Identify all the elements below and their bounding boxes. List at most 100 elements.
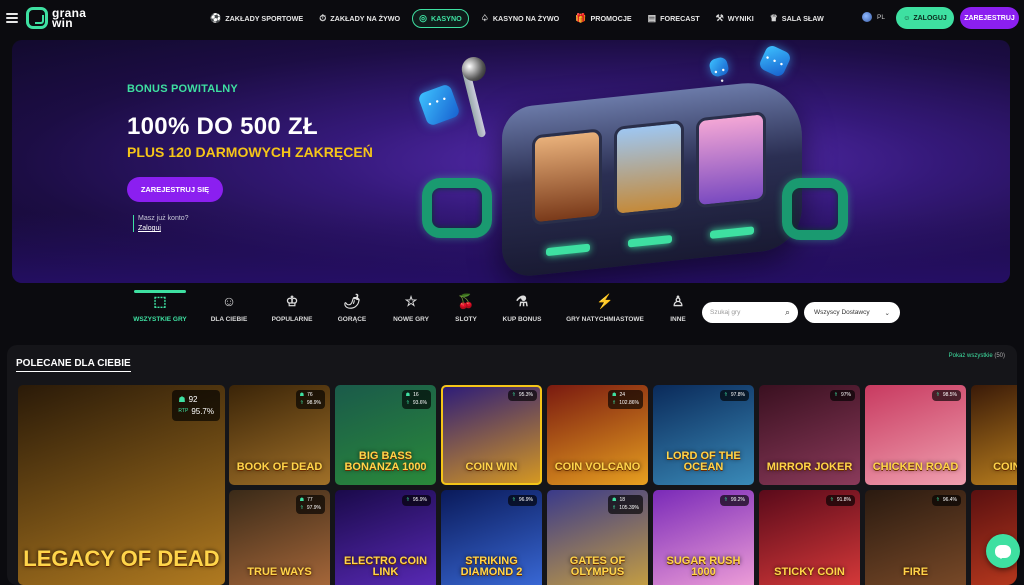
game-tile[interactable]: ☗ 77 ⇑ 97.9% TRUE WAYS (229, 490, 330, 585)
dice-icon (417, 83, 461, 127)
login-link[interactable]: Zaloguj (138, 225, 189, 232)
hero-banner[interactable]: BONUS POWITALNY 100% DO 500 ZŁ PLUS 120 … (12, 40, 1010, 283)
reel-light (628, 234, 672, 248)
category-kup-bonus[interactable]: ⚗ KUP BONUS (492, 293, 552, 323)
rtp-value: 98.5% (942, 392, 957, 398)
rtp-icon: ⇑ (511, 392, 516, 398)
hero-register-button[interactable]: ZAREJESTRUJ SIĘ (127, 177, 223, 202)
rtp-icon: ⇑ (299, 505, 304, 511)
nav-item-label: KASYNO (431, 13, 462, 23)
rtp-icon: ⇑ (612, 505, 617, 511)
game-tile[interactable]: ⇑ 98.5% CHICKEN ROAD (865, 385, 966, 485)
game-stats-badge: ☗ 77 ⇑ 97.9% (295, 495, 325, 514)
stopwatch-icon: ⏱ (319, 12, 327, 23)
players-icon: ☗ (299, 392, 305, 398)
game-tile[interactable]: ⇑ 96.9% STRIKING DIAMOND 2 (441, 490, 542, 585)
nav-item-kasyno[interactable]: ◎ KASYNO (412, 8, 469, 28)
search-icon[interactable]: ⌕ (785, 307, 790, 318)
game-stats-badge: ⇑ 99.2% (719, 495, 749, 506)
rtp-value: 95.7% (191, 407, 214, 416)
slot-reel (614, 119, 684, 217)
game-tile[interactable]: ⇑ 96.4% FIRE (865, 490, 966, 585)
game-tile[interactable]: ⇑ 99.2% SUGAR RUSH 1000 (653, 490, 754, 585)
game-tile[interactable]: ☗ 24 ⇑ 102.86% COIN VOLCANO (547, 385, 648, 485)
game-stats-badge: ⇑ 98.5% (931, 390, 961, 401)
language-selector[interactable]: PL (862, 12, 885, 22)
category-sloty[interactable]: 🍒 SLOTY (436, 293, 496, 323)
category-gry-natychmiastowe[interactable]: ⚡ GRY NATYCHMIASTOWE (562, 293, 648, 323)
category-gorace[interactable]: 🌶 GORĄCE (322, 293, 382, 323)
main-nav: ⚽ ZAKŁADY SPORTOWE ⏱ ZAKŁADY NA ŻYWO ◎ KASY… (206, 0, 828, 36)
nav-item-zaklady-sportowe[interactable]: ⚽ ZAKŁADY SPORTOWE (206, 9, 307, 28)
game-title: TRUE WAYS (247, 566, 312, 578)
featured-game-tile[interactable]: ☗ 92 RTP 95.7% LEGACY OF DEAD (18, 385, 225, 585)
players-count: 24 (619, 392, 626, 398)
category-popularne[interactable]: ♔ POPULARNE (262, 293, 322, 323)
game-title: COIN VOLCANO (554, 461, 641, 473)
rtp-icon: ⇑ (723, 497, 728, 503)
casino-chip-icon: ◎ (419, 12, 427, 23)
rtp-value: 97.9% (306, 505, 321, 511)
game-title: COIN WIN (465, 461, 518, 473)
provider-select[interactable]: Wszyscy Dostawcy ⌄ (804, 302, 900, 323)
logo[interactable]: grana win (26, 7, 86, 29)
game-title: STRIKING DIAMOND 2 (460, 555, 523, 578)
slot-machine-body (502, 77, 802, 279)
game-tile[interactable]: ⇑ 97% MIRROR JOKER (759, 385, 860, 485)
game-tile[interactable]: ☗ 18 ⇑ 105.39% GATES OF OLYMPUS (547, 490, 648, 585)
category-wszystkie-gry[interactable]: ⬚ WSZYSTKIE GRY (130, 290, 190, 323)
hero-title: 100% DO 500 ZŁ (127, 113, 318, 140)
rtp-icon: ⇑ (405, 400, 410, 406)
category-inne[interactable]: ♙ INNE (648, 293, 708, 323)
rtp-icon: ⇑ (405, 497, 410, 503)
game-tile[interactable]: COIN TRIO (971, 385, 1017, 485)
search-box: ⌕ (702, 302, 798, 323)
game-title: BIG BASS BONANZA 1000 (344, 450, 427, 473)
show-all-link[interactable]: Pokaż wszystkie (50) (949, 353, 1005, 359)
lightning-icon: ⚡ (596, 293, 614, 309)
nav-item-promocje[interactable]: 🎁 PROMOCJE (571, 9, 635, 28)
category-label: INNE (670, 316, 686, 323)
cherry-icon: 🍒 (457, 293, 475, 309)
nav-item-kasyno-na-zywo[interactable]: ♤ KASYNO NA ŻYWO (477, 9, 564, 28)
nav-item-sala-slaw[interactable]: ♛ SALA SŁAW (766, 9, 828, 28)
rtp-value: 95.9% (412, 497, 427, 503)
category-nowe-gry[interactable]: ☆ NOWE GRY (381, 293, 441, 323)
register-button[interactable]: ZAREJESTRUJ (960, 7, 1019, 29)
category-dla-ciebie[interactable]: ☺ DLA CIEBIE (199, 293, 259, 323)
provider-selected: Wszyscy Dostawcy (814, 309, 870, 316)
menu-icon[interactable] (6, 13, 18, 23)
players-count: 16 (413, 392, 419, 398)
chat-button[interactable] (986, 534, 1020, 568)
category-label: WSZYSTKIE GRY (133, 316, 187, 323)
game-tile[interactable]: ⇑ 95.3% COIN WIN (441, 385, 542, 485)
game-tile[interactable]: ☗ 76 ⇑ 98.9% BOOK OF DEAD (229, 385, 330, 485)
game-stats-badge: ⇑ 97.8% (719, 390, 749, 401)
star-icon: ☆ (404, 293, 418, 309)
category-label: POPULARNE (271, 316, 313, 323)
show-all-label: Pokaż wszystkie (948, 353, 993, 359)
logo-mark-icon (26, 7, 48, 29)
nav-item-zaklady-na-zywo[interactable]: ⏱ ZAKŁADY NA ŻYWO (315, 9, 404, 28)
game-tile[interactable]: ⇑ 91.8% STICKY COIN (759, 490, 860, 585)
login-button[interactable]: ☺ ZALOGUJ (896, 7, 954, 29)
game-tile[interactable]: ⇑ 95.9% ELECTRO COIN LINK (335, 490, 436, 585)
all-games-icon: ⬚ (153, 293, 167, 309)
globe-icon (862, 12, 872, 22)
game-tile[interactable]: ⇑ 97.8% LORD OF THE OCEAN (653, 385, 754, 485)
game-tile[interactable]: ☗ 16 ⇑ 93.6% BIG BASS BONANZA 1000 (335, 385, 436, 485)
search-input[interactable] (710, 309, 780, 316)
game-title: MIRROR JOKER (766, 461, 853, 473)
nav-item-forecast[interactable]: ▤ FORECAST (644, 9, 704, 28)
nav-item-wyniki[interactable]: ⚒ WYNIKI (712, 9, 758, 28)
lever-ball (459, 54, 489, 84)
nav-item-label: ZAKŁADY NA ŻYWO (330, 13, 401, 23)
chili-icon: 🌶 (343, 293, 361, 309)
for-you-icon: ☺ (221, 293, 237, 309)
game-stats-badge: ⇑ 97% (829, 390, 855, 401)
rtp-icon: ⇑ (833, 392, 838, 398)
slot-reel (532, 128, 602, 226)
forecast-icon: ▤ (647, 12, 657, 23)
rtp-value: 97.8% (730, 392, 745, 398)
category-label: NOWE GRY (393, 316, 429, 323)
